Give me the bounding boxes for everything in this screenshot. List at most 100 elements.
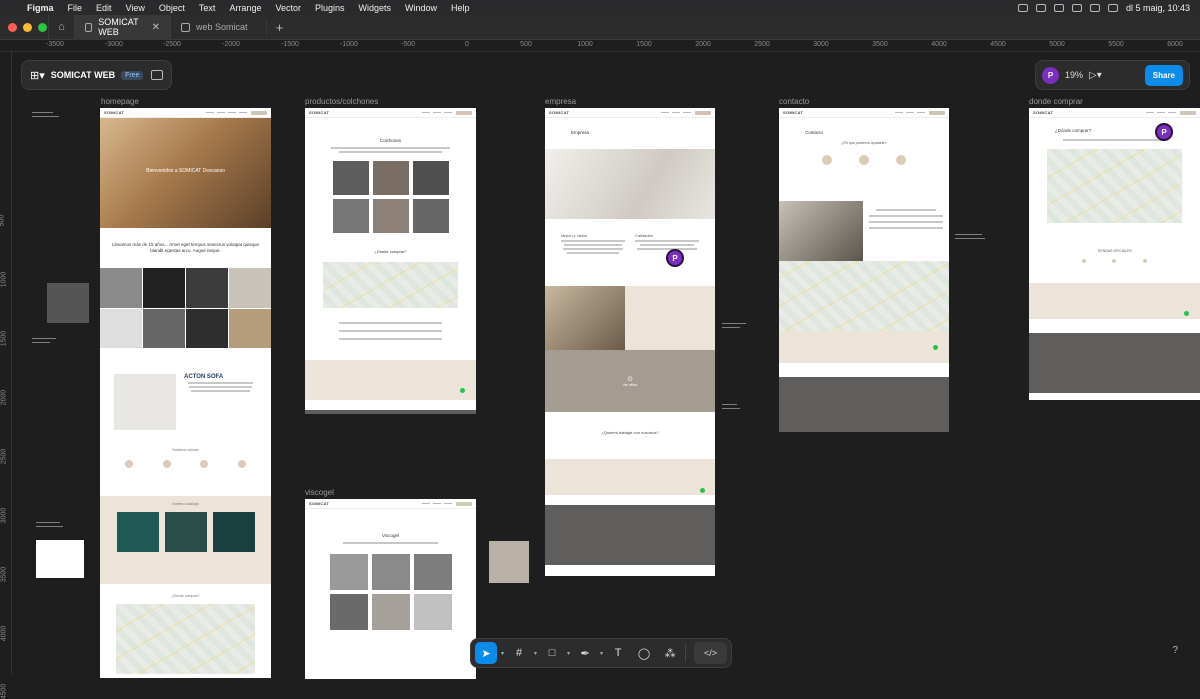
ruler-tick: 4000 <box>931 41 947 48</box>
menu-object[interactable]: Object <box>152 3 192 13</box>
tab-somicat-web[interactable]: SOMICAT WEB ✕ <box>74 14 170 40</box>
menu-window[interactable]: Window <box>398 3 444 13</box>
menu-vector[interactable]: Vector <box>268 3 308 13</box>
zoom-window-button[interactable] <box>38 22 47 32</box>
nav-links <box>1146 112 1176 113</box>
frame-label-contacto[interactable]: contacto <box>779 97 809 106</box>
menu-edit[interactable]: Edit <box>89 3 119 13</box>
nav-links <box>661 112 691 113</box>
annotation-note: ▬▬▬▬▬▬▬▬▬ ▬▬▬▬▬▬▬▬▬▬ <box>955 232 985 240</box>
contact-methods <box>779 145 949 175</box>
menu-view[interactable]: View <box>119 3 152 13</box>
site-nav: SOMICAT <box>305 108 476 118</box>
frame-productos[interactable]: SOMICAT Colchones ¿Dónde comprar? <box>305 108 476 414</box>
ruler-horizontal: -3500 -3000 -2500 -2000 -1500 -1000 -500… <box>0 40 1200 52</box>
chevron-down-icon[interactable]: ▾ <box>600 650 603 657</box>
frame-label-productos[interactable]: productos/colchones <box>305 97 378 106</box>
frame-label-donde[interactable]: donde comprar <box>1029 97 1083 106</box>
move-tool-icon[interactable]: ➤ <box>475 642 497 664</box>
new-tab-button[interactable]: + <box>266 19 292 35</box>
menu-help[interactable]: Help <box>444 3 477 13</box>
frame-empresa[interactable]: SOMICAT Empresa Misión y visión Calidade… <box>545 108 715 576</box>
chevron-down-icon[interactable]: ▾ <box>567 650 570 657</box>
share-button[interactable]: Share <box>1144 64 1183 86</box>
actions-icon[interactable]: ⁂ <box>659 642 681 664</box>
minimize-window-button[interactable] <box>23 22 32 32</box>
page-title: ¿Dónde comprar? <box>1055 128 1092 133</box>
site-logo: SOMICAT <box>549 110 570 115</box>
where-title: ¿Dónde comprar? <box>171 594 200 598</box>
battery-icon[interactable] <box>1071 3 1082 12</box>
component-thumbnail[interactable] <box>36 540 84 578</box>
whatsapp-icon <box>460 388 465 393</box>
help-button[interactable]: ? <box>1172 645 1178 656</box>
zoom-level[interactable]: 19% <box>1065 70 1083 80</box>
ruler-tick: 4500 <box>0 683 8 699</box>
video-section[interactable]: ⊙ Ver vídeo <box>545 350 715 412</box>
menu-file[interactable]: File <box>61 3 90 13</box>
close-tab-icon[interactable]: ✕ <box>152 22 160 33</box>
ruler-tick: 0 <box>465 41 469 48</box>
avatar[interactable]: P <box>1042 66 1059 84</box>
ruler-tick: 2500 <box>754 41 770 48</box>
file-icon <box>181 22 190 32</box>
menu-widgets[interactable]: Widgets <box>352 3 399 13</box>
ruler-tick: 2500 <box>0 448 8 465</box>
wifi-icon[interactable] <box>1053 3 1064 12</box>
annotation-note: ▬▬▬▬▬▬▬▬ ▬▬▬▬▬▬ <box>722 321 746 329</box>
site-footer <box>1029 333 1200 393</box>
frame-label-homepage[interactable]: homepage <box>101 97 139 106</box>
page-title: Contacto <box>805 130 824 135</box>
ruler-vertical: 0 500 1000 1500 2000 2500 3000 3500 4000… <box>0 52 12 699</box>
menu-arrange[interactable]: Arrange <box>222 3 268 13</box>
play-icon[interactable]: ⊙ <box>627 375 633 383</box>
shape-tool-icon[interactable]: □ <box>541 642 563 664</box>
chevron-down-icon[interactable]: ▾ <box>501 650 504 657</box>
cta-title: ¿Quieres trabajar con nosotros? <box>601 430 659 435</box>
component-thumbnail[interactable] <box>47 283 89 323</box>
frame-tool-icon[interactable]: # <box>508 642 530 664</box>
site-nav: SOMICAT <box>100 108 271 118</box>
nav-cta <box>251 110 267 115</box>
sidebar-toggle-icon[interactable] <box>151 70 163 80</box>
divider <box>685 644 687 662</box>
catalog-section: Nuestro catálogo <box>100 496 271 584</box>
file-name[interactable]: SOMICAT WEB <box>51 70 115 80</box>
figma-menu-icon[interactable]: ⊞▾ <box>30 69 45 82</box>
search-icon[interactable] <box>1089 3 1100 12</box>
site-nav: SOMICAT <box>545 108 715 118</box>
dev-mode-icon[interactable]: </> <box>694 642 727 664</box>
nav-links <box>422 503 452 504</box>
tab-web-somicat[interactable]: web Somicat <box>170 14 266 40</box>
frame-contacto[interactable]: SOMICAT Contacto ¿En qué podemos ayudart… <box>779 108 949 432</box>
focus-icon[interactable] <box>1035 3 1046 12</box>
chevron-down-icon[interactable]: ▾ <box>534 650 537 657</box>
menu-text[interactable]: Text <box>192 3 223 13</box>
frame-viscogel[interactable]: SOMICAT Viscogel <box>305 499 476 679</box>
present-icon[interactable]: ▷▾ <box>1089 70 1102 81</box>
site-nav: SOMICAT <box>1029 108 1200 118</box>
frame-label-empresa[interactable]: empresa <box>545 97 576 106</box>
menu-app-figma[interactable]: Figma <box>20 3 61 13</box>
ruler-tick: 1000 <box>0 271 8 288</box>
menu-plugins[interactable]: Plugins <box>308 3 352 13</box>
control-center-icon[interactable] <box>1107 3 1118 12</box>
showroom-section <box>545 286 715 350</box>
frame-donde-comprar[interactable]: SOMICAT ¿Dónde comprar? TIENDAS OFICIALE… <box>1029 108 1200 400</box>
frame-label-viscogel[interactable]: viscogel <box>305 488 334 497</box>
close-window-button[interactable] <box>8 22 17 32</box>
values-row <box>100 452 271 476</box>
comment-tool-icon[interactable]: ◯ <box>633 642 655 664</box>
frame-homepage[interactable]: SOMICAT Bienvenidos a SOMICAT Descanso L… <box>100 108 271 678</box>
pen-tool-icon[interactable]: ✒ <box>574 642 596 664</box>
text-tool-icon[interactable]: T <box>607 642 629 664</box>
ruler-tick: 3500 <box>0 566 8 583</box>
figma-tray-icon[interactable] <box>1017 3 1028 12</box>
home-icon[interactable]: ⌂ <box>48 14 74 40</box>
where-title: ¿Dónde comprar? <box>374 249 407 254</box>
component-thumbnail[interactable] <box>489 541 529 583</box>
newsletter-section <box>305 360 476 400</box>
store-list <box>1029 253 1200 269</box>
clock[interactable]: dl 5 maig, 10:43 <box>1126 3 1190 13</box>
site-logo: SOMICAT <box>783 110 804 115</box>
